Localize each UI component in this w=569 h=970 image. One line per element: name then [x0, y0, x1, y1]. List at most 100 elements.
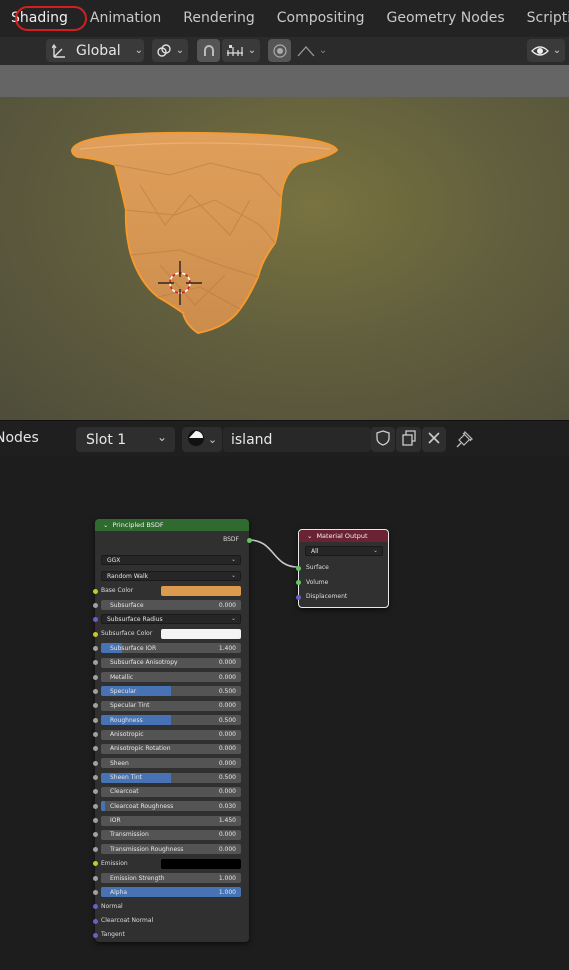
input-socket-roughness[interactable] — [92, 717, 98, 723]
input-row-clearcoat-roughness: Clearcoat Roughness 0.030 — [92, 800, 249, 812]
input-row-alpha: Alpha 1.000 — [92, 886, 249, 898]
node-header[interactable]: ⌄ Principled BSDF — [95, 519, 249, 531]
color-swatch-base-color[interactable] — [161, 586, 241, 596]
node-header[interactable]: ⌄ Material Output — [299, 530, 388, 542]
pivot-point-dropdown[interactable]: ⌄ — [152, 39, 188, 62]
color-swatch-emission[interactable] — [161, 858, 241, 869]
input-socket-subsurface[interactable] — [92, 602, 98, 608]
duplicate-material-button[interactable] — [396, 427, 421, 452]
vector-dropdown-subsurface-radius[interactable]: Subsurface Radius ⌄ — [101, 613, 241, 624]
field-label: Subsurface — [110, 601, 144, 609]
island-mesh[interactable] — [0, 65, 569, 420]
input-socket-emission-strength[interactable] — [92, 875, 98, 881]
pin-button[interactable] — [456, 430, 476, 450]
value-field-anisotropic[interactable]: Anisotropic 0.000 — [101, 729, 241, 740]
value-field-alpha[interactable]: Alpha 1.000 — [101, 887, 241, 898]
subsurface-method-dropdown[interactable]: Random Walk ⌄ — [101, 571, 241, 581]
field-value: 1.450 — [218, 817, 236, 825]
input-socket-clearcoat-roughness[interactable] — [92, 803, 98, 809]
input-row-tangent: Tangent — [92, 929, 249, 941]
field-label: Transmission Roughness — [110, 845, 184, 853]
value-field-subsurface-ior[interactable]: Subsurface IOR 1.400 — [101, 643, 241, 654]
input-socket-subsurface-color[interactable] — [92, 631, 98, 637]
input-socket-sheen-tint[interactable] — [92, 775, 98, 781]
field-value: 0.500 — [218, 774, 236, 782]
unlink-material-button[interactable] — [422, 427, 446, 452]
snap-toggle[interactable] — [197, 39, 220, 62]
value-field-clearcoat[interactable]: Clearcoat 0.000 — [101, 786, 241, 797]
input-label: Clearcoat Normal — [101, 917, 154, 925]
value-field-ior[interactable]: IOR 1.450 — [101, 815, 241, 826]
input-socket-metallic[interactable] — [92, 674, 98, 680]
principled-bsdf-node[interactable]: ⌄ Principled BSDF BSDF GGX ⌄ Random Walk … — [92, 519, 252, 942]
browse-material-button[interactable]: ⌄ — [182, 427, 222, 452]
input-row-emission: Emission — [92, 858, 249, 870]
orientation-label: Global — [76, 42, 121, 59]
3d-viewport[interactable] — [0, 65, 569, 420]
chevron-down-icon: ⌄ — [318, 45, 328, 56]
input-socket-clearcoat-normal[interactable] — [92, 918, 98, 924]
value-field-subsurface-anisotropy[interactable]: Subsurface Anisotropy 0.000 — [101, 657, 241, 668]
color-swatch-subsurface-color[interactable] — [161, 629, 241, 640]
distribution-dropdown[interactable]: GGX ⌄ — [101, 555, 241, 565]
input-socket-base-color[interactable] — [92, 588, 98, 594]
input-socket-alpha[interactable] — [92, 889, 98, 895]
input-socket-sheen[interactable] — [92, 760, 98, 766]
node-canvas[interactable]: ⌄ Principled BSDF BSDF GGX ⌄ Random Walk … — [0, 456, 569, 970]
input-socket-ior[interactable] — [92, 818, 98, 824]
tab-rendering[interactable]: Rendering — [172, 0, 266, 37]
proportional-editing-toggle[interactable] — [268, 39, 291, 62]
pin-icon — [456, 430, 474, 452]
input-socket-anisotropic-rotation[interactable] — [92, 746, 98, 752]
value-field-transmission[interactable]: Transmission 0.000 — [101, 829, 241, 840]
tab-compositing[interactable]: Compositing — [266, 0, 376, 37]
fake-user-button[interactable] — [371, 427, 395, 452]
material-output-node[interactable]: ⌄ Material Output All ⌄ Surface Volume Disp… — [295, 529, 389, 608]
input-socket-clearcoat[interactable] — [92, 789, 98, 795]
value-field-sheen[interactable]: Sheen 0.000 — [101, 758, 241, 769]
render-target-dropdown[interactable]: All ⌄ — [305, 546, 383, 556]
value-field-metallic[interactable]: Metallic 0.000 — [101, 672, 241, 683]
input-socket-specular-tint[interactable] — [92, 703, 98, 709]
value-field-clearcoat-roughness[interactable]: Clearcoat Roughness 0.030 — [101, 801, 241, 812]
value-field-emission-strength[interactable]: Emission Strength 1.000 — [101, 873, 241, 883]
value-field-anisotropic-rotation[interactable]: Anisotropic Rotation 0.000 — [101, 743, 241, 754]
tab-animation[interactable]: Animation — [79, 0, 172, 37]
input-socket-normal[interactable] — [92, 904, 98, 910]
value-field-transmission-roughness[interactable]: Transmission Roughness 0.000 — [101, 844, 241, 855]
field-value: 0.500 — [218, 716, 236, 724]
tab-scripting[interactable]: Scripting — [516, 0, 569, 37]
value-field-sheen-tint[interactable]: Sheen Tint 0.500 — [101, 772, 241, 783]
input-socket-subsurface-anisotropy[interactable] — [92, 660, 98, 666]
field-value: 0.030 — [218, 802, 236, 810]
value-field-specular[interactable]: Specular 0.500 — [101, 686, 241, 697]
input-socket-displacement[interactable] — [295, 594, 301, 600]
falloff-dropdown[interactable]: ⌄ — [293, 39, 331, 62]
material-name-field[interactable]: island — [223, 427, 371, 452]
snap-target-dropdown[interactable]: ⌄ — [222, 39, 260, 62]
input-socket-surface[interactable] — [295, 565, 301, 571]
input-socket-subsurface-ior[interactable] — [92, 645, 98, 651]
value-field-roughness[interactable]: Roughness 0.500 — [101, 715, 241, 726]
field-value: 0.000 — [218, 831, 236, 839]
chevron-down-icon: ⌄ — [230, 556, 236, 563]
slot-dropdown[interactable]: Slot 1 ⌄ — [76, 427, 175, 452]
value-field-specular-tint[interactable]: Specular Tint 0.000 — [101, 700, 241, 711]
input-socket-subsurface-radius[interactable] — [92, 617, 98, 623]
transform-orientation-dropdown[interactable]: Global ⌄ — [46, 39, 144, 62]
input-socket-tangent[interactable] — [92, 932, 98, 938]
field-label: Transmission — [110, 831, 149, 839]
input-socket-volume[interactable] — [295, 580, 301, 585]
input-socket-emission[interactable] — [92, 861, 98, 867]
field-label: Specular Tint — [110, 702, 150, 710]
pivot-icon — [156, 43, 172, 59]
bsdf-output-socket[interactable] — [246, 537, 252, 543]
input-socket-anisotropic[interactable] — [92, 732, 98, 737]
input-socket-specular[interactable] — [92, 688, 98, 694]
input-socket-transmission-roughness[interactable] — [92, 846, 98, 852]
value-field-subsurface[interactable]: Subsurface 0.000 — [101, 600, 241, 611]
tab-geometry-nodes[interactable]: Geometry Nodes — [376, 0, 516, 37]
field-value: 0.000 — [218, 759, 236, 767]
visibility-dropdown[interactable]: ⌄ — [527, 39, 565, 62]
field-value: 0.000 — [218, 731, 236, 738]
